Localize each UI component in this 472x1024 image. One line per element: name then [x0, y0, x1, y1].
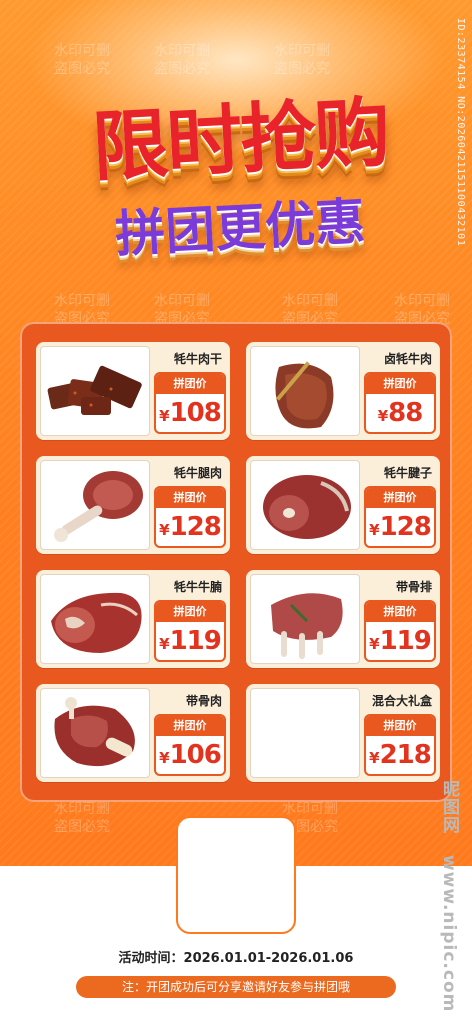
group-price-tag: 拼团价: [366, 488, 434, 508]
product-price: ¥119: [369, 626, 432, 656]
product-card[interactable]: 牦牛腿肉 拼团价 ¥128: [36, 456, 230, 554]
product-price: ¥119: [159, 626, 222, 656]
product-card[interactable]: 牦牛肉干 拼团价 ¥108: [36, 342, 230, 440]
product-name: 卤牦牛肉: [383, 352, 432, 366]
product-panel: 牦牛肉干 拼团价 ¥108 卤牦牛肉 拼团价 ¥88 牦牛腿肉 拼团价 ¥128…: [20, 322, 452, 802]
note-banner: 注：开团成功后可分享邀请好友参与拼团哦: [76, 976, 396, 998]
product-card[interactable]: 卤牦牛肉 拼团价 ¥88: [246, 342, 440, 440]
product-name: 混合大礼盒: [371, 694, 432, 708]
price-box: 拼团价 ¥218: [364, 714, 436, 776]
product-name: 牦牛肉干: [173, 352, 222, 366]
product-name: 带骨肉: [185, 694, 222, 708]
product-price: ¥106: [159, 740, 222, 770]
group-price-tag: 拼团价: [366, 716, 434, 736]
product-image: [40, 460, 150, 550]
group-price-tag: 拼团价: [366, 602, 434, 622]
product-name: 牦牛腿肉: [173, 466, 222, 480]
price-box: 拼团价 ¥108: [154, 372, 226, 434]
product-card[interactable]: 牦牛腱子 拼团价 ¥128: [246, 456, 440, 554]
price-box: 拼团价 ¥106: [154, 714, 226, 776]
product-card[interactable]: 牦牛牛腩 拼团价 ¥119: [36, 570, 230, 668]
product-price: ¥128: [159, 512, 222, 542]
product-image: [40, 346, 150, 436]
group-price-tag: 拼团价: [156, 488, 224, 508]
product-name: 牦牛牛腩: [173, 580, 222, 594]
price-box: 拼团价 ¥119: [364, 600, 436, 662]
qr-placeholder-box: [176, 816, 296, 934]
watermark-id-text: ID:23374154 NO:20260421151100432101: [455, 18, 466, 247]
product-card[interactable]: 混合大礼盒 拼团价 ¥218: [246, 684, 440, 782]
product-price: ¥88: [377, 398, 424, 428]
product-price: ¥128: [369, 512, 432, 542]
product-image: [40, 574, 150, 664]
product-name: 带骨排: [395, 580, 432, 594]
price-box: 拼团价 ¥119: [154, 600, 226, 662]
price-box: 拼团价 ¥128: [364, 486, 436, 548]
product-image: [250, 574, 360, 664]
activity-time: 活动时间：2026.01.01-2026.01.06: [118, 951, 354, 966]
product-card[interactable]: 带骨肉 拼团价 ¥106: [36, 684, 230, 782]
product-price: ¥108: [159, 398, 222, 428]
group-price-tag: 拼团价: [156, 716, 224, 736]
product-card[interactable]: 带骨排 拼团价 ¥119: [246, 570, 440, 668]
product-image-placeholder: [250, 688, 360, 778]
group-price-tag: 拼团价: [366, 374, 434, 394]
product-name: 牦牛腱子: [383, 466, 432, 480]
price-box: 拼团价 ¥128: [154, 486, 226, 548]
group-price-tag: 拼团价: [156, 602, 224, 622]
site-watermark: 昵图网 www.nipic.com: [437, 780, 462, 1012]
product-image: [250, 346, 360, 436]
site-brand: 昵图网: [439, 780, 459, 834]
group-price-tag: 拼团价: [156, 374, 224, 394]
product-image: [40, 688, 150, 778]
product-price: ¥218: [369, 740, 432, 770]
price-box: 拼团价 ¥88: [364, 372, 436, 434]
product-image: [250, 460, 360, 550]
site-url: www.nipic.com: [439, 854, 459, 1013]
